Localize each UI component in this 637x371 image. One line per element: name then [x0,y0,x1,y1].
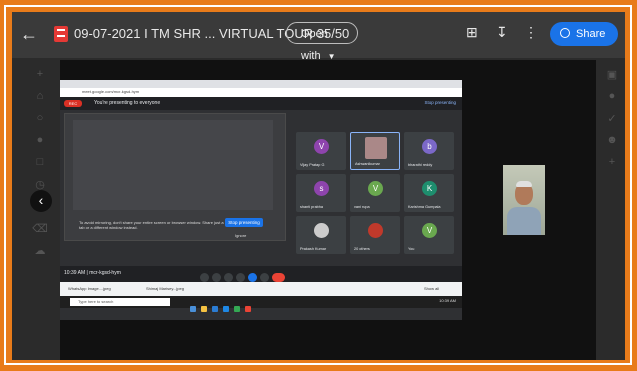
home-icon: ⌂ [36,90,44,102]
meet-control-bar: 10:39 AM | mcr-kgsd-hym [60,266,462,282]
shared-screen-preview: To avoid mirroring, don't share your ent… [64,113,286,241]
browser-address-bar: meet.google.com/mcr-kgsd-hym [60,88,462,97]
mirror-warning: To avoid mirroring, don't share your ent… [79,220,224,230]
participant-avatar: b [422,139,437,154]
tray-time: 10:39 AM [439,298,456,303]
participant-name: You [408,247,415,251]
participant-name: bharathi reddy [408,163,433,167]
participant-tile: V vani rupa [350,174,400,212]
meet-url: meet.google.com/mcr-kgsd-hym [82,89,140,94]
tasks-icon: ✓ [607,113,617,125]
participant-tile: s shanti prabha [296,174,346,212]
shared-icon: ● [36,134,44,146]
downloads-bar: WhatsApp Image....jpeg Shimaj Marisey...… [60,282,462,296]
mic-icon [200,273,209,282]
participant-name: shanti prabha [300,205,324,209]
app-icon [245,306,251,312]
chrome-icon [234,306,240,312]
participant-name: 20 others [354,247,370,251]
keep-icon: ● [608,90,616,102]
drive-right-rail: ▣ ● ✓ ☻ + [604,68,620,268]
participant-tile: V Vijay Pratap G [296,132,346,170]
system-tray: 10:39 AM [439,298,456,303]
show-all-link: Show all [424,286,440,291]
meeting-clock: 10:39 AM | mcr-kgsd-hym [64,270,121,276]
presenting-bar: REC You're presenting to everyone Stop p… [60,97,462,110]
camera-icon [212,273,221,282]
calendar-icon: ▣ [606,69,618,81]
taskbar-search: Type here to search [70,298,170,306]
participant-name: Vijay Pratap G [300,163,325,167]
trash-icon: ⌫ [32,223,48,235]
app-icon [190,306,196,312]
more-options-icon[interactable]: ⋮ [524,24,538,41]
participant-tile: Prakash Kumar [296,216,346,254]
participant-avatar [368,223,383,238]
person-hair [516,181,532,187]
participant-avatar: V [314,139,329,154]
mirrored-screen [73,120,273,210]
previous-file-button[interactable]: ‹ [30,190,52,212]
taskbar-apps [190,299,256,317]
participant-photo [314,223,329,238]
open-with-label: Open with [301,28,328,62]
back-arrow-icon[interactable]: ← [20,24,38,44]
new-icon: + [36,68,44,80]
browser-tab-strip [60,80,462,88]
participant-avatar: V [422,223,437,238]
participant-name: Ashwanikumar [355,162,380,166]
participant-avatar: V [368,181,383,196]
open-with-button[interactable]: Open with ▼ [286,22,358,62]
storage-icon: ☁ [34,245,46,257]
participant-tile: 20 others [350,216,400,254]
participant-avatar: s [314,181,329,196]
participant-name: Karishma Gumpala [408,205,441,209]
participant-tile: b bharathi reddy [404,132,454,170]
end-call-icon [272,273,285,282]
ignore-link: Ignore [235,233,247,238]
download-icon[interactable]: ↧ [496,24,508,41]
participant-tile: K Karishma Gumpala [404,174,454,212]
participant-tile: Ashwanikumar [350,132,400,170]
windows-taskbar: Type here to search 10:39 AM [60,296,462,312]
stop-presenting-button: Stop presenting [225,218,263,227]
video-file-icon [54,26,68,42]
participant-tile: V You [404,216,454,254]
share-label: Share [576,28,606,40]
globe-icon [560,28,570,38]
more-icon [260,273,269,282]
presenting-message: You're presenting to everyone [94,100,161,106]
stop-presenting-link: Stop presenting [424,100,456,105]
captions-icon [224,273,233,282]
meet-screen-recording: meet.google.com/mcr-kgsd-hym REC You're … [60,80,462,320]
participant-photo [365,137,387,159]
viewer-toolbar: ← 09-07-2021 I TM SHR ... VIRTUAL TOUR 3… [12,12,625,62]
download-item: Shimaj Marisey...jpeg [146,286,184,291]
add-ons-icon: + [608,156,616,168]
participant-avatar: K [422,181,437,196]
present-icon [248,273,257,282]
add-to-drive-icon[interactable]: ⊞ [466,24,478,41]
participant-name: Prakash Kumar [300,247,327,251]
participant-name: vani rupa [354,205,370,209]
contacts-icon: ☻ [606,134,618,146]
folder-icon [201,306,207,312]
app-icon [223,306,229,312]
rec-badge: REC [64,100,82,107]
raise-hand-icon [236,273,245,282]
person-body [507,207,541,235]
download-item: WhatsApp Image....jpeg [68,286,111,291]
participant-camera-thumbnail [503,165,545,235]
app-icon [212,306,218,312]
computers-icon: □ [36,156,44,168]
drive-icon: ○ [36,112,44,124]
share-button[interactable]: Share [550,22,618,46]
